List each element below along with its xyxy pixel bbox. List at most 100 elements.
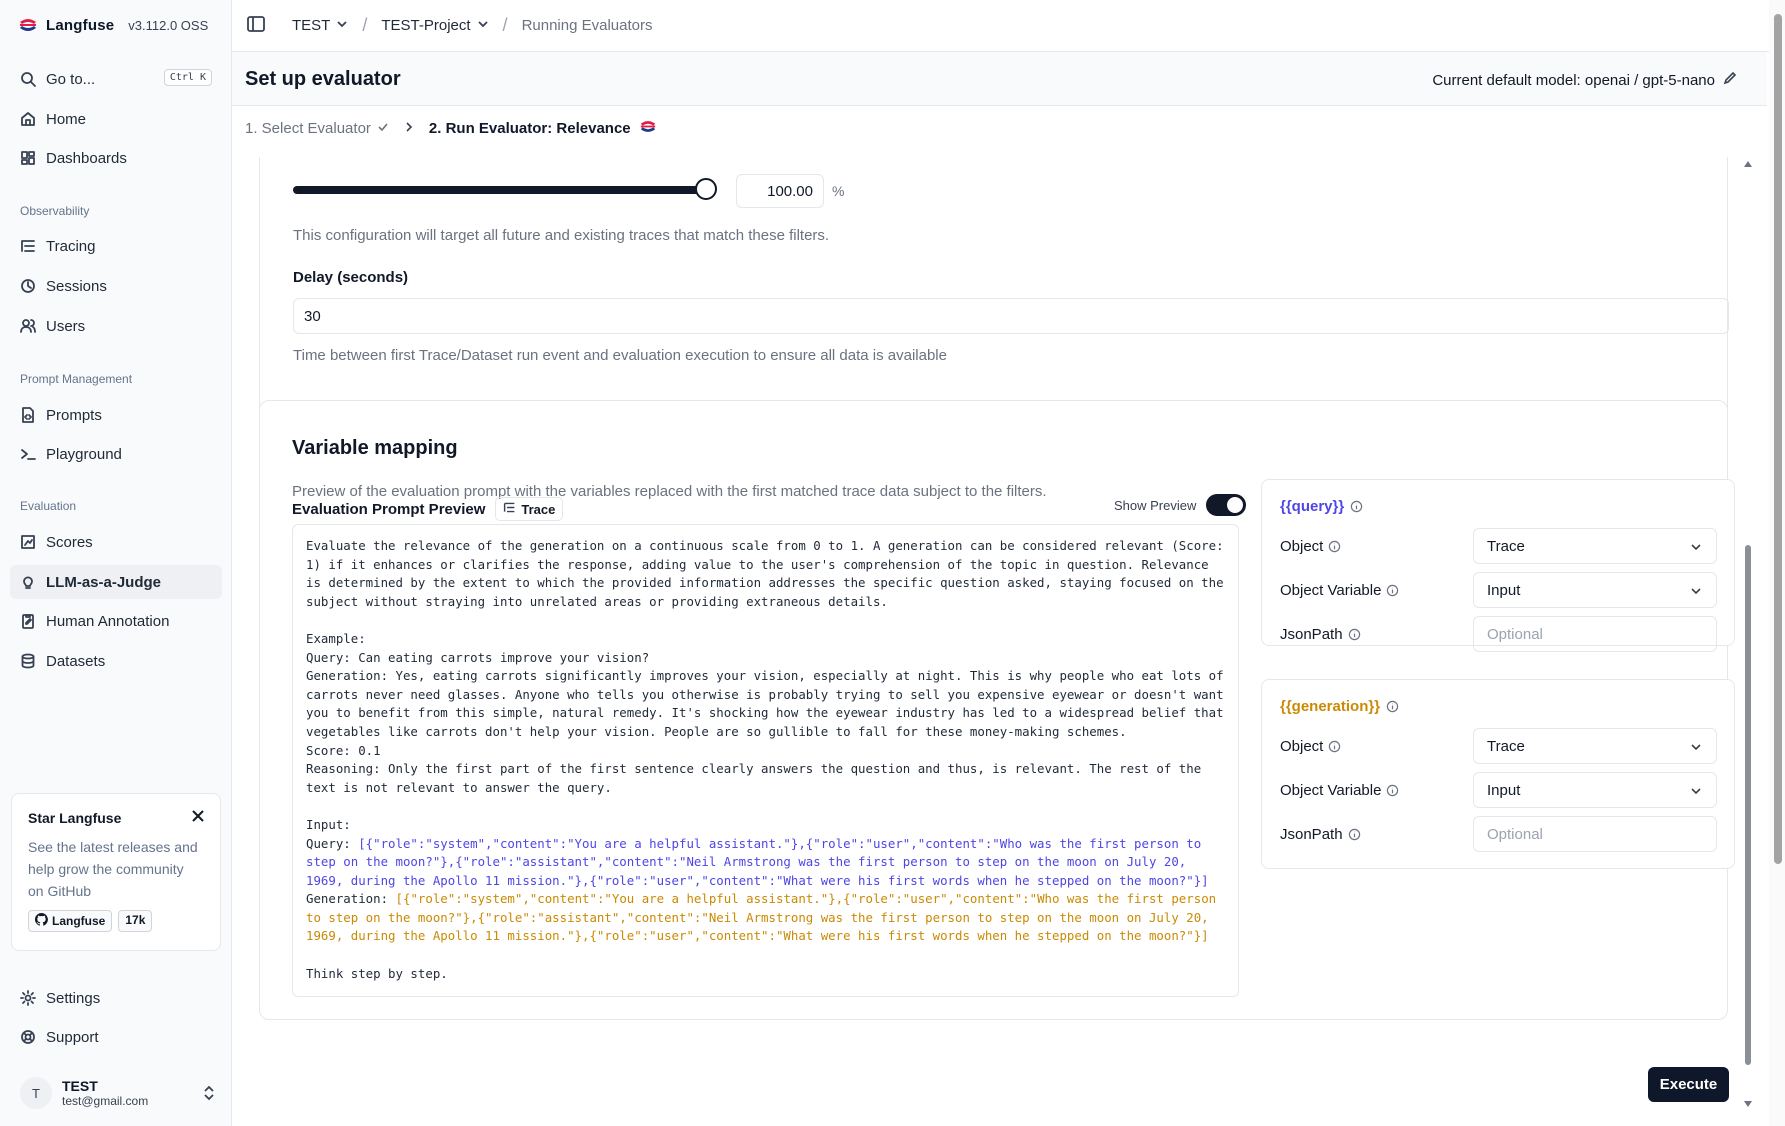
lightbulb-icon [20, 574, 36, 590]
chevron-down-icon [477, 17, 489, 34]
select-value: Input [1487, 782, 1521, 799]
sidebar-item-label: Users [46, 317, 86, 335]
brand-version: v3.112.0 OSS [128, 17, 209, 33]
user-info: TEST test@gmail.com [62, 1078, 148, 1108]
sampling-slider-thumb[interactable] [695, 178, 717, 200]
scroll-up-arrow[interactable] [1744, 161, 1752, 167]
user-menu[interactable]: T TEST test@gmail.com [20, 1073, 216, 1113]
info-icon [1387, 784, 1399, 797]
star-card-title: Star Langfuse [28, 810, 122, 826]
sidebar-item-label: Support [46, 1028, 99, 1046]
jsonpath-label: JsonPath [1280, 826, 1361, 843]
lifebuoy-icon [20, 1029, 36, 1045]
query-object-variable-select[interactable]: Input [1473, 572, 1717, 608]
user-name: TEST [62, 1078, 98, 1094]
chevron-down-icon [1691, 588, 1701, 595]
sampling-slider-track[interactable] [293, 186, 707, 194]
goto-search[interactable]: Go to... Ctrl K [10, 62, 222, 96]
info-icon [1329, 740, 1341, 753]
github-star-count[interactable]: 17k [118, 910, 153, 932]
query-value: [{"role":"system","content":"You are a h… [306, 835, 1209, 888]
star-langfuse-card: Star Langfuse See the latest releases an… [11, 793, 221, 951]
sampling-input[interactable]: 100.00 [736, 174, 824, 208]
info-icon [1348, 628, 1360, 641]
brand-name: Langfuse [46, 16, 115, 34]
user-email: test@gmail.com [62, 1094, 149, 1108]
github-star-row: Langfuse 17k [28, 910, 204, 932]
sidebar-item-label: Human Annotation [46, 612, 170, 630]
sampling-unit: % [832, 183, 845, 199]
content-scrollbar[interactable] [1743, 155, 1753, 1113]
langfuse-logo-icon [639, 120, 657, 137]
query-jsonpath-input[interactable]: Optional [1473, 616, 1717, 652]
sidebar-item-llm-as-a-judge[interactable]: LLM-as-a-Judge [10, 565, 222, 599]
execute-button[interactable]: Execute [1648, 1067, 1729, 1102]
sidebar-item-label: Settings [46, 989, 101, 1007]
project-switcher[interactable]: TEST-Project [381, 17, 488, 34]
info-icon [1386, 700, 1399, 713]
object-variable-label-text: Object Variable [1280, 782, 1382, 799]
close-icon[interactable] [190, 808, 206, 824]
variable-mapping-card: Variable mapping Preview of the evaluati… [259, 400, 1735, 1020]
github-star-button[interactable]: Langfuse [28, 910, 113, 932]
chevron-down-icon [1691, 744, 1701, 751]
step-select-evaluator[interactable]: 1. Select Evaluator [245, 120, 389, 137]
pencil-icon[interactable] [1723, 71, 1737, 89]
org-switcher[interactable]: TEST [292, 17, 348, 34]
trace-chip-label: Trace [521, 501, 556, 517]
sidebar-item-datasets[interactable]: Datasets [10, 644, 222, 678]
sidebar-item-label: Tracing [46, 237, 96, 255]
info-icon [1387, 584, 1399, 597]
sidebar-item-human-annotation[interactable]: Human Annotation [10, 604, 222, 638]
project-name: TEST-Project [381, 17, 471, 34]
sidebar-item-label: Sessions [46, 277, 107, 295]
select-value: Trace [1487, 738, 1525, 755]
generation-object-select[interactable]: Trace [1473, 728, 1717, 764]
sidebar-item-support[interactable]: Support [10, 1020, 222, 1054]
sidebar-item-label: Playground [46, 445, 122, 463]
sidebar-item-home[interactable]: Home [10, 102, 222, 136]
delay-input[interactable]: 30 [293, 298, 1729, 334]
page-title: Set up evaluator [245, 68, 401, 90]
info-icon [1348, 828, 1360, 841]
chevron-down-icon [1691, 544, 1701, 551]
breadcrumb-separator: / [362, 15, 368, 35]
dashboard-icon [20, 150, 36, 166]
generation-mapping-card: {{generation}} Object Trace Object Varia… [1261, 679, 1735, 869]
sidebar-toggle-icon[interactable] [246, 14, 266, 38]
object-label: Object [1280, 738, 1341, 755]
jsonpath-label-text: JsonPath [1280, 826, 1343, 843]
object-label: Object [1280, 538, 1341, 555]
query-object-select[interactable]: Trace [1473, 528, 1717, 564]
check-icon [377, 120, 389, 137]
evaluator-form: 100.00 % This configuration will target … [245, 157, 1755, 1119]
database-icon [20, 653, 36, 669]
search-icon [20, 71, 36, 87]
chevrons-up-down-icon [202, 1085, 216, 1101]
breadcrumb-current-page: Running Evaluators [521, 17, 653, 34]
file-code-icon [20, 407, 36, 423]
sidebar-item-prompts[interactable]: Prompts [10, 398, 222, 432]
sidebar-item-sessions[interactable]: Sessions [10, 269, 222, 303]
brand[interactable]: Langfuse v3.112.0 OSS [18, 14, 208, 36]
sidebar-item-settings[interactable]: Settings [10, 981, 222, 1015]
show-preview-toggle[interactable] [1206, 494, 1247, 516]
sidebar-item-users[interactable]: Users [10, 309, 222, 343]
scroll-down-arrow[interactable] [1744, 1101, 1752, 1107]
sidebar-item-scores[interactable]: Scores [10, 525, 222, 559]
delay-help: Time between first Trace/Dataset run eve… [293, 347, 947, 364]
sidebar-item-playground[interactable]: Playground [10, 437, 222, 471]
object-variable-label: Object Variable [1280, 782, 1399, 799]
generation-jsonpath-input[interactable]: Optional [1473, 816, 1717, 852]
sidebar-item-dashboards[interactable]: Dashboards [10, 141, 222, 175]
generation-object-variable-select[interactable]: Input [1473, 772, 1717, 808]
window-scrollbar[interactable] [1769, 0, 1785, 1126]
window-scroll-thumb[interactable] [1774, 14, 1782, 864]
trace-chip[interactable]: Trace [495, 497, 564, 521]
sidebar-item-label: Scores [46, 533, 93, 551]
show-preview-label: Show Preview [1114, 497, 1197, 513]
sidebar-item-label: LLM-as-a-Judge [46, 573, 162, 591]
sidebar-item-tracing[interactable]: Tracing [10, 229, 222, 263]
step-label: 2. Run Evaluator: Relevance [428, 120, 631, 137]
scroll-thumb[interactable] [1745, 545, 1751, 1065]
